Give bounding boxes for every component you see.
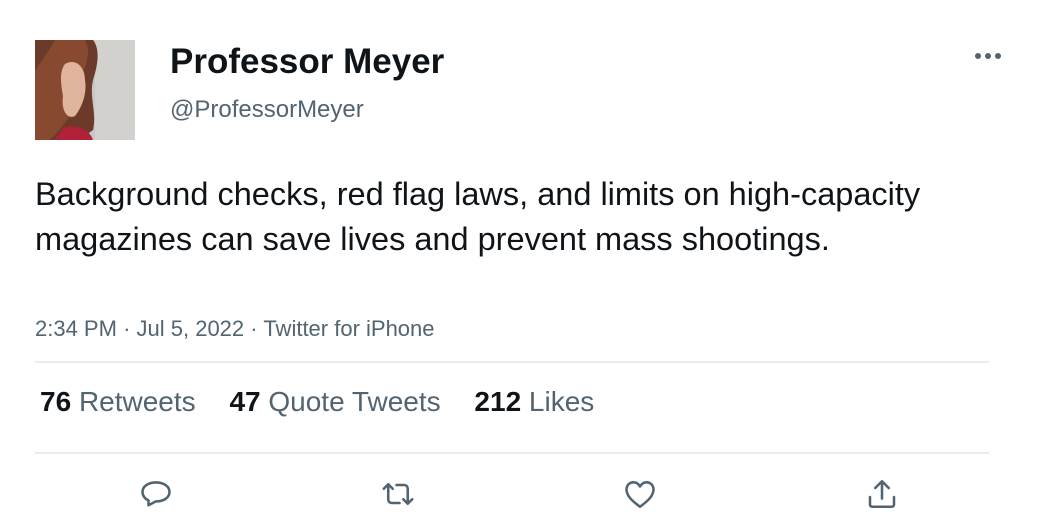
display-name[interactable]: Professor Meyer	[170, 42, 444, 82]
separator-dot: ·	[123, 316, 131, 341]
tweet-date[interactable]: Jul 5, 2022	[137, 316, 245, 341]
username-handle[interactable]: @ProfessorMeyer	[170, 96, 364, 124]
retweets-stat[interactable]: 76 Retweets	[40, 386, 196, 418]
tweet-actions	[0, 474, 1050, 514]
divider	[35, 361, 989, 363]
more-options-button[interactable]	[968, 40, 1008, 72]
avatar[interactable]	[35, 40, 135, 140]
reply-icon	[141, 481, 171, 507]
retweets-label: Retweets	[78, 386, 196, 417]
like-button[interactable]	[618, 474, 662, 514]
avatar-photo	[35, 40, 135, 140]
likes-stat[interactable]: 212 Likes	[474, 386, 594, 418]
likes-label: Likes	[528, 386, 595, 417]
share-icon	[868, 479, 896, 509]
tweet-metadata: 2:34 PM · Jul 5, 2022 · Twitter for iPho…	[35, 316, 435, 342]
divider	[35, 452, 989, 454]
reply-button[interactable]	[134, 474, 178, 514]
retweet-icon	[382, 482, 414, 506]
separator-dot: ·	[250, 316, 258, 341]
quote-tweets-label: Quote Tweets	[268, 386, 441, 417]
share-button[interactable]	[860, 474, 904, 514]
retweets-count: 76	[40, 386, 72, 417]
engagement-stats: 76 Retweets 47 Quote Tweets 212 Likes	[40, 386, 620, 418]
likes-count: 212	[474, 386, 522, 417]
heart-icon	[625, 481, 655, 509]
tweet-source[interactable]: Twitter for iPhone	[263, 316, 434, 341]
tweet-text: Background checks, red flag laws, and li…	[35, 176, 921, 257]
tweet-time[interactable]: 2:34 PM	[35, 316, 117, 341]
retweet-button[interactable]	[376, 474, 420, 514]
quote-tweets-count: 47	[229, 386, 261, 417]
quote-tweets-stat[interactable]: 47 Quote Tweets	[229, 386, 440, 418]
more-horizontal-icon	[975, 53, 1001, 59]
